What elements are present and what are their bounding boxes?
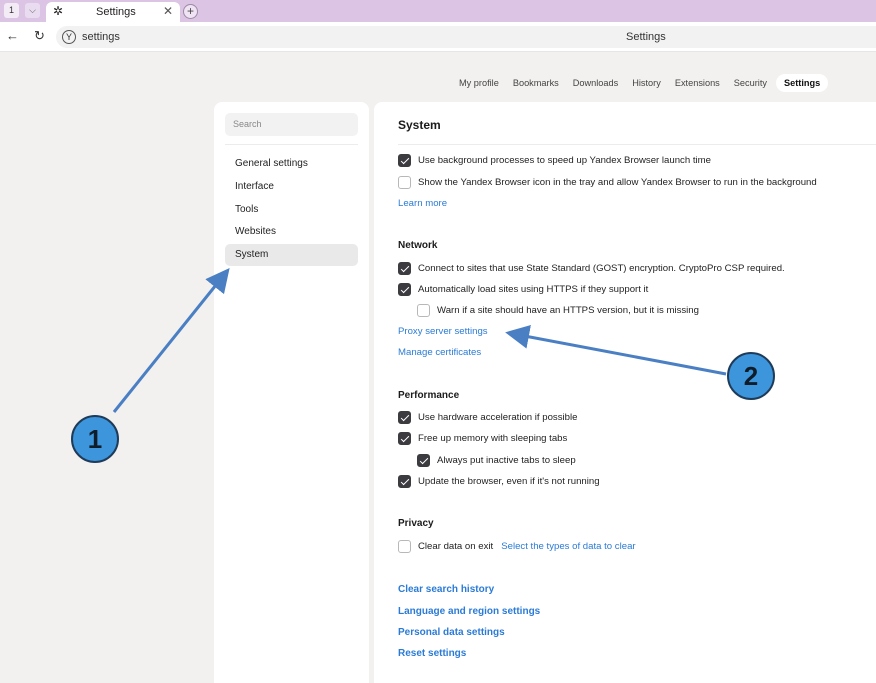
panel-divider — [398, 144, 876, 145]
settings-top-nav: My profile Bookmarks Downloads History E… — [452, 74, 829, 92]
address-bar: ← ↻ Y settings Settings — [0, 22, 876, 52]
option-warn-https[interactable]: Warn if a site should have an HTTPS vers… — [417, 303, 699, 317]
annotation-badge-1: 1 — [71, 415, 119, 463]
label-gost: Connect to sites that use State Standard… — [418, 262, 785, 274]
checkbox-tray-icon[interactable] — [398, 175, 411, 189]
option-inactive-tabs-sleep[interactable]: Always put inactive tabs to sleep — [417, 453, 576, 467]
nav-my-profile[interactable]: My profile — [452, 74, 506, 92]
learn-more-link[interactable]: Learn more — [398, 198, 447, 209]
search-input[interactable]: Search — [225, 113, 358, 136]
annotation-badge-2: 2 — [727, 352, 775, 400]
sidebar-item-websites[interactable]: Websites — [225, 221, 358, 243]
sidebar-item-general-settings[interactable]: General settings — [225, 153, 358, 175]
nav-bookmarks[interactable]: Bookmarks — [506, 74, 566, 92]
label-update-browser: Update the browser, even if it's not run… — [418, 475, 600, 487]
option-hardware-acceleration[interactable]: Use hardware acceleration if possible — [398, 410, 577, 424]
reset-settings-link[interactable]: Reset settings — [398, 648, 466, 659]
label-background-processes: Use background processes to speed up Yan… — [418, 154, 711, 166]
nav-settings[interactable]: Settings — [775, 74, 829, 92]
system-settings-panel: System Use background processes to speed… — [374, 102, 876, 683]
checkbox-clear-data-on-exit[interactable] — [398, 539, 411, 553]
checkbox-warn-https[interactable] — [417, 303, 430, 317]
label-inactive-tabs-sleep: Always put inactive tabs to sleep — [437, 454, 576, 466]
arrow-1 — [112, 267, 230, 413]
manage-certificates-link[interactable]: Manage certificates — [398, 347, 481, 358]
gear-icon: ✲ — [53, 4, 64, 18]
section-heading-network: Network — [398, 240, 438, 251]
label-sleeping-tabs: Free up memory with sleeping tabs — [418, 432, 568, 444]
section-heading-privacy: Privacy — [398, 518, 434, 529]
checkbox-inactive-tabs-sleep[interactable] — [417, 453, 430, 467]
new-tab-button[interactable]: + — [183, 4, 198, 19]
label-hardware-acceleration: Use hardware acceleration if possible — [418, 411, 578, 423]
nav-extensions[interactable]: Extensions — [668, 74, 727, 92]
page-title: Settings — [626, 31, 666, 43]
label-warn-https: Warn if a site should have an HTTPS vers… — [437, 304, 699, 316]
nav-security[interactable]: Security — [727, 74, 774, 92]
label-https: Automatically load sites using HTTPS if … — [418, 283, 649, 295]
checkbox-gost[interactable] — [398, 261, 411, 275]
option-https[interactable]: Automatically load sites using HTTPS if … — [398, 282, 648, 296]
back-arrow-icon[interactable]: ← — [6, 28, 19, 43]
checkbox-update-browser[interactable] — [398, 474, 411, 488]
language-region-settings-link[interactable]: Language and region settings — [398, 606, 540, 617]
option-sleeping-tabs[interactable]: Free up memory with sleeping tabs — [398, 431, 567, 445]
tabs-dropdown-icon[interactable]: ⌵ — [25, 3, 40, 18]
nav-history[interactable]: History — [625, 74, 668, 92]
nav-downloads[interactable]: Downloads — [566, 74, 625, 92]
option-tray-icon[interactable]: Show the Yandex Browser icon in the tray… — [398, 175, 817, 189]
label-clear-data-on-exit: Clear data on exit — [418, 540, 494, 552]
select-data-types-link[interactable]: Select the types of data to clear — [501, 541, 635, 552]
tab-settings[interactable]: ✲ Settings ✕ — [46, 2, 180, 22]
option-clear-data-on-exit[interactable]: Clear data on exit Select the types of d… — [398, 539, 636, 553]
option-update-browser[interactable]: Update the browser, even if it's not run… — [398, 474, 600, 488]
reload-icon[interactable]: ↻ — [34, 28, 45, 44]
personal-data-settings-link[interactable]: Personal data settings — [398, 627, 505, 638]
sidebar-item-tools[interactable]: Tools — [225, 199, 358, 221]
section-heading-performance: Performance — [398, 390, 460, 401]
option-background-processes[interactable]: Use background processes to speed up Yan… — [398, 153, 711, 167]
checkbox-sleeping-tabs[interactable] — [398, 431, 411, 445]
proxy-server-settings-link[interactable]: Proxy server settings — [398, 326, 488, 337]
address-field[interactable]: Y settings Settings — [56, 26, 876, 48]
sidebar-item-system[interactable]: System — [225, 244, 358, 266]
settings-sidebar: Search General settings Interface Tools … — [214, 102, 369, 683]
checkbox-hardware-acceleration[interactable] — [398, 410, 411, 424]
section-heading-system: System — [398, 118, 441, 132]
option-gost[interactable]: Connect to sites that use State Standard… — [398, 261, 785, 275]
tab-bar: 1 ⌵ ✲ Settings ✕ + — [0, 0, 876, 22]
sidebar-item-interface[interactable]: Interface — [225, 176, 358, 198]
checkbox-https[interactable] — [398, 282, 411, 296]
label-tray-icon: Show the Yandex Browser icon in the tray… — [418, 176, 817, 188]
clear-search-history-link[interactable]: Clear search history — [398, 584, 494, 595]
checkbox-background-processes[interactable] — [398, 153, 411, 167]
close-icon[interactable]: ✕ — [163, 4, 173, 18]
yandex-logo-icon: Y — [62, 30, 76, 44]
address-text[interactable]: settings — [82, 31, 120, 43]
tab-counter[interactable]: 1 — [4, 3, 19, 18]
tab-title: Settings — [96, 6, 136, 18]
sidebar-divider — [225, 144, 358, 145]
